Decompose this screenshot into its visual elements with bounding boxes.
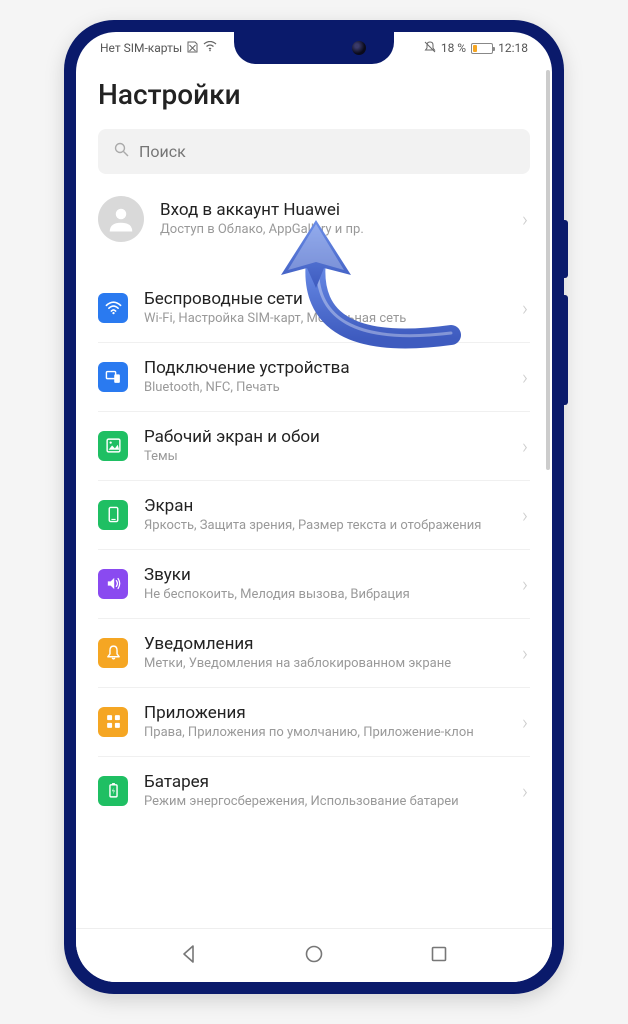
setting-title: Приложения [144, 702, 506, 724]
setting-subtitle: Темы [144, 449, 506, 466]
sound-icon [98, 569, 128, 599]
setting-title: Батарея [144, 771, 506, 793]
phone-screen: Нет SIM-карты 18 % 12:18 [76, 32, 552, 982]
batt-icon [98, 776, 128, 806]
setting-row-notif[interactable]: Уведомления Метки, Уведомления на заблок… [98, 618, 530, 687]
setting-title: Подключение устройства [144, 357, 506, 379]
settings-list: Беспроводные сети Wi-Fi, Настройка SIM-к… [98, 274, 530, 825]
search-input[interactable] [139, 142, 514, 161]
search-box[interactable] [98, 129, 530, 174]
setting-title: Уведомления [144, 633, 506, 655]
chevron-right-icon: › [522, 779, 528, 803]
setting-subtitle: Не беспокоить, Мелодия вызова, Вибрация [144, 587, 506, 604]
clock-text: 12:18 [498, 41, 528, 55]
navigation-bar [76, 928, 552, 982]
chevron-right-icon: › [522, 207, 528, 231]
setting-subtitle: Яркость, Защита зрения, Размер текста и … [144, 518, 506, 535]
phone-frame: Нет SIM-карты 18 % 12:18 [64, 20, 564, 994]
wifi-icon [98, 293, 128, 323]
setting-subtitle: Режим энергосбережения, Использование ба… [144, 794, 506, 811]
chevron-right-icon: › [522, 572, 528, 596]
sim-icon [187, 40, 198, 56]
page-title: Настройки [98, 64, 530, 129]
home-icon [98, 431, 128, 461]
chevron-right-icon: › [522, 365, 528, 389]
setting-row-device[interactable]: Подключение устройства Bluetooth, NFC, П… [98, 342, 530, 411]
account-row[interactable]: Вход в аккаунт Huawei Доступ в Облако, A… [98, 174, 530, 264]
setting-title: Рабочий экран и обои [144, 426, 506, 448]
chevron-right-icon: › [522, 434, 528, 458]
setting-title: Звуки [144, 564, 506, 586]
account-title: Вход в аккаунт Huawei [160, 199, 506, 221]
battery-icon [471, 43, 493, 54]
nav-home-button[interactable] [304, 944, 324, 968]
notif-icon [98, 638, 128, 668]
setting-row-wifi[interactable]: Беспроводные сети Wi-Fi, Настройка SIM-к… [98, 274, 530, 342]
sim-status-text: Нет SIM-карты [100, 41, 182, 55]
content-area: Настройки Вход в аккаунт Huawei Доступ в… [76, 64, 552, 928]
setting-row-home[interactable]: Рабочий экран и обои Темы › [98, 411, 530, 480]
chevron-right-icon: › [522, 710, 528, 734]
scrollbar[interactable] [546, 70, 550, 470]
account-subtitle: Доступ в Облако, AppGallery и пр. [160, 222, 506, 239]
setting-subtitle: Права, Приложения по умолчанию, Приложен… [144, 725, 506, 742]
setting-title: Беспроводные сети [144, 288, 506, 310]
avatar-icon [98, 196, 144, 242]
search-icon [114, 142, 129, 161]
front-camera [352, 41, 366, 55]
setting-row-apps[interactable]: Приложения Права, Приложения по умолчани… [98, 687, 530, 756]
notch [234, 32, 394, 64]
nav-recents-button[interactable] [429, 944, 449, 968]
mute-icon [424, 41, 436, 56]
screen-icon [98, 500, 128, 530]
setting-subtitle: Wi-Fi, Настройка SIM-карт, Мобильная сет… [144, 311, 506, 328]
setting-row-sound[interactable]: Звуки Не беспокоить, Мелодия вызова, Виб… [98, 549, 530, 618]
chevron-right-icon: › [522, 503, 528, 527]
battery-pct-text: 18 % [441, 41, 466, 55]
setting-row-screen[interactable]: Экран Яркость, Защита зрения, Размер тек… [98, 480, 530, 549]
apps-icon [98, 707, 128, 737]
chevron-right-icon: › [522, 641, 528, 665]
device-icon [98, 362, 128, 392]
setting-subtitle: Bluetooth, NFC, Печать [144, 380, 506, 397]
setting-title: Экран [144, 495, 506, 517]
setting-subtitle: Метки, Уведомления на заблокированном эк… [144, 656, 506, 673]
nav-back-button[interactable] [179, 944, 199, 968]
setting-row-batt[interactable]: Батарея Режим энергосбережения, Использо… [98, 756, 530, 825]
wifi-icon [203, 41, 217, 55]
chevron-right-icon: › [522, 296, 528, 320]
